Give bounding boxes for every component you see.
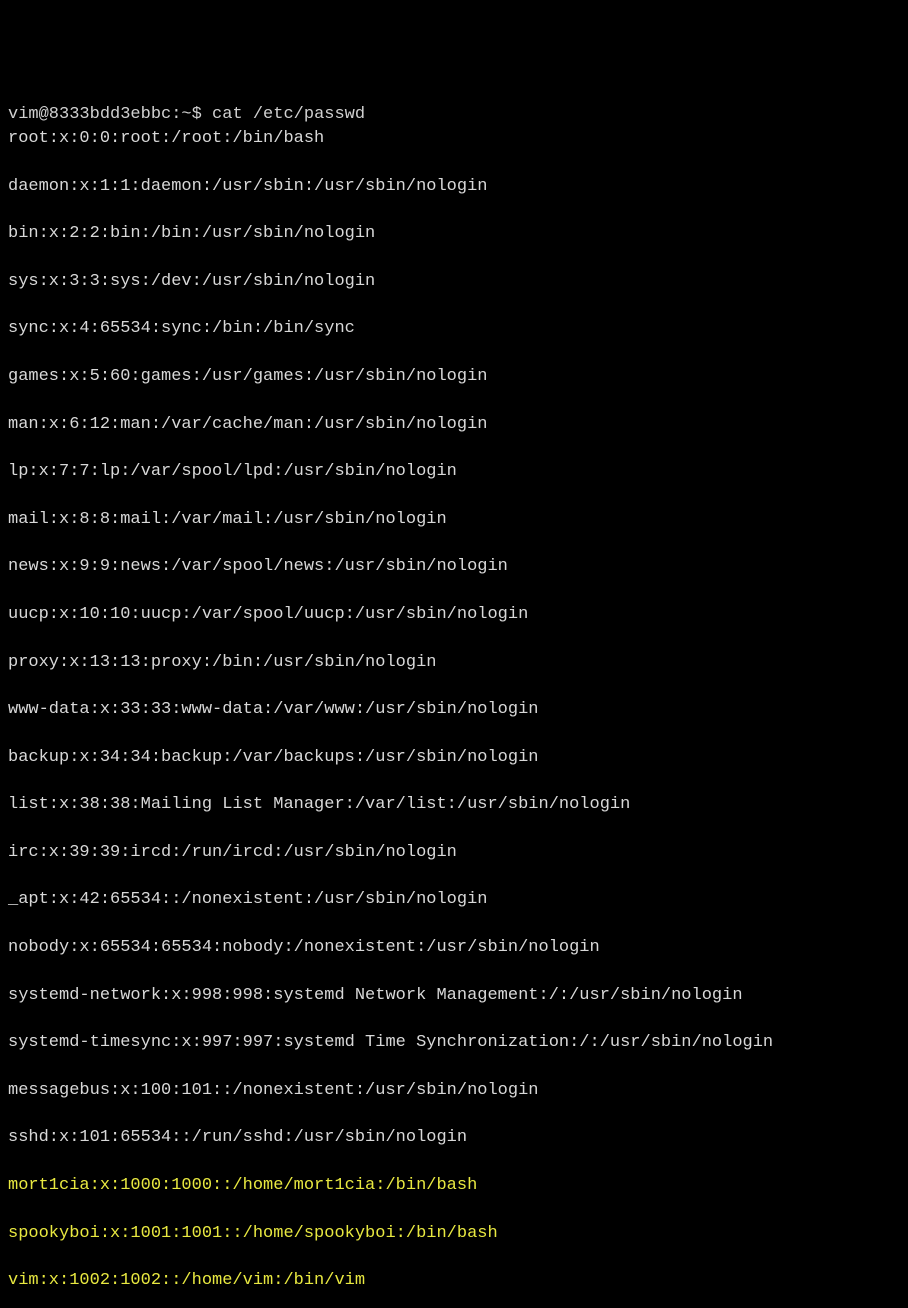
passwd-entry: list:x:38:38:Mailing List Manager:/var/l…	[8, 793, 900, 817]
passwd-entry: irc:x:39:39:ircd:/run/ircd:/usr/sbin/nol…	[8, 841, 900, 865]
terminal-window[interactable]: vim@8333bdd3ebbc:~$ cat /etc/passwd root…	[8, 103, 900, 1308]
passwd-entry-user: vim:x:1002:1002::/home/vim:/bin/vim	[8, 1269, 900, 1293]
passwd-entry: _apt:x:42:65534::/nonexistent:/usr/sbin/…	[8, 888, 900, 912]
passwd-entry: messagebus:x:100:101::/nonexistent:/usr/…	[8, 1079, 900, 1103]
passwd-entry: proxy:x:13:13:proxy:/bin:/usr/sbin/nolog…	[8, 651, 900, 675]
passwd-entry: daemon:x:1:1:daemon:/usr/sbin:/usr/sbin/…	[8, 175, 900, 199]
passwd-entry: games:x:5:60:games:/usr/games:/usr/sbin/…	[8, 365, 900, 389]
passwd-entry: backup:x:34:34:backup:/var/backups:/usr/…	[8, 746, 900, 770]
passwd-entry: man:x:6:12:man:/var/cache/man:/usr/sbin/…	[8, 413, 900, 437]
passwd-entry: news:x:9:9:news:/var/spool/news:/usr/sbi…	[8, 555, 900, 579]
passwd-entry-user: spookyboi:x:1001:1001::/home/spookyboi:/…	[8, 1222, 900, 1246]
passwd-entry: sync:x:4:65534:sync:/bin:/bin/sync	[8, 317, 900, 341]
passwd-entry: www-data:x:33:33:www-data:/var/www:/usr/…	[8, 698, 900, 722]
passwd-entry: sshd:x:101:65534::/run/sshd:/usr/sbin/no…	[8, 1126, 900, 1150]
command-text: cat /etc/passwd	[212, 105, 365, 124]
passwd-entry-user: mort1cia:x:1000:1000::/home/mort1cia:/bi…	[8, 1174, 900, 1198]
passwd-entry: root:x:0:0:root:/root:/bin/bash	[8, 127, 900, 151]
passwd-entry: sys:x:3:3:sys:/dev:/usr/sbin/nologin	[8, 270, 900, 294]
passwd-entry: nobody:x:65534:65534:nobody:/nonexistent…	[8, 936, 900, 960]
passwd-entry: systemd-timesync:x:997:997:systemd Time …	[8, 1031, 900, 1055]
passwd-entry: systemd-network:x:998:998:systemd Networ…	[8, 984, 900, 1008]
passwd-entry: mail:x:8:8:mail:/var/mail:/usr/sbin/nolo…	[8, 508, 900, 532]
passwd-entry: uucp:x:10:10:uucp:/var/spool/uucp:/usr/s…	[8, 603, 900, 627]
passwd-entry: lp:x:7:7:lp:/var/spool/lpd:/usr/sbin/nol…	[8, 460, 900, 484]
shell-prompt: vim@8333bdd3ebbc:~$	[8, 105, 212, 124]
passwd-entry: bin:x:2:2:bin:/bin:/usr/sbin/nologin	[8, 222, 900, 246]
